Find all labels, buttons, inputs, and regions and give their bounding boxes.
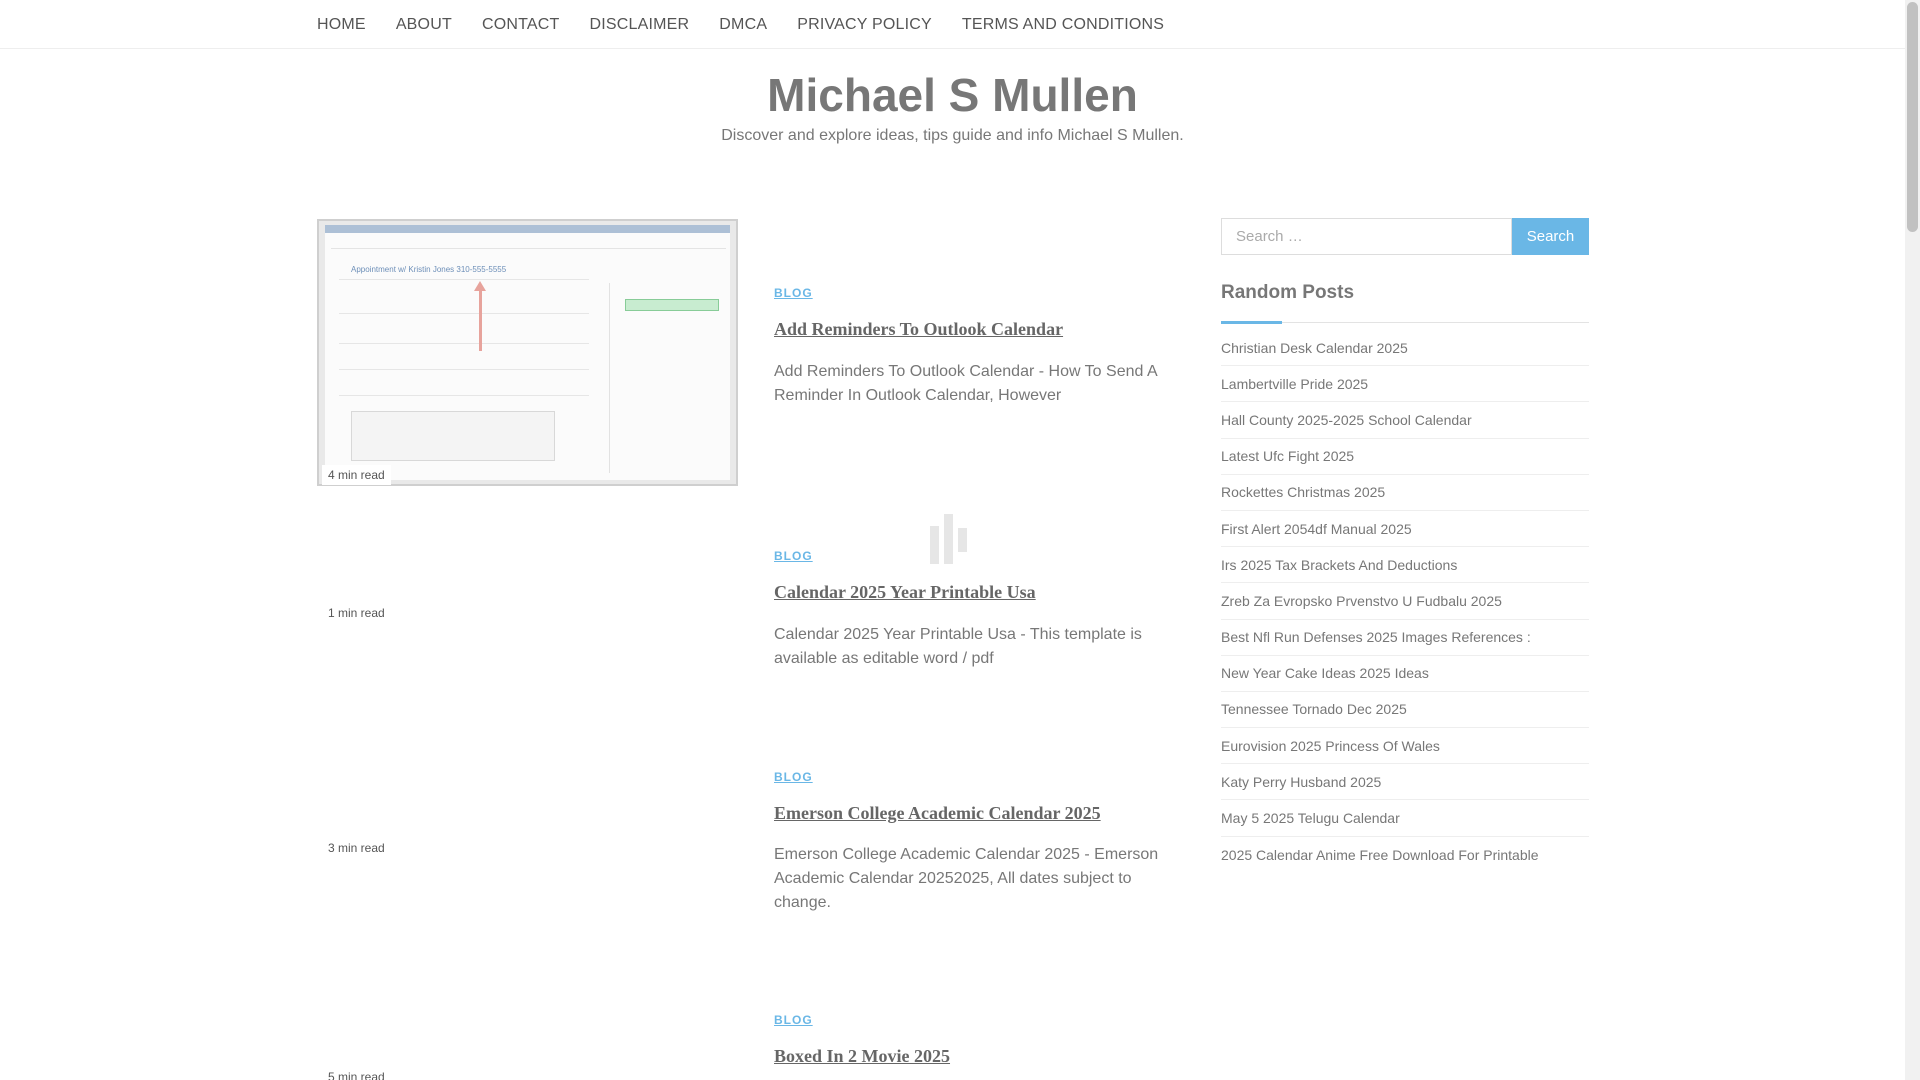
random-post-link[interactable]: Zreb Za Evropsko Prvenstvo U Fudbalu 202…	[1221, 593, 1502, 609]
random-posts-list: Christian Desk Calendar 2025 Lambertvill…	[1221, 330, 1589, 873]
post-card: 5 min read BLOG Boxed In 2 Movie 2025	[317, 945, 1187, 1080]
list-item: Eurovision 2025 Princess Of Wales	[1221, 728, 1589, 765]
image-placeholder-icon	[930, 514, 976, 564]
random-post-link[interactable]: Tennessee Tornado Dec 2025	[1221, 701, 1407, 717]
thumbnail-event-block	[625, 299, 719, 311]
random-post-link[interactable]: First Alert 2054df Manual 2025	[1221, 521, 1412, 537]
thumbnail-image: Appointment w/ Kristin Jones 310-555-555…	[325, 225, 730, 480]
post-card: 1 min read BLOG Calendar 2025 Year Print…	[317, 480, 1187, 680]
search-form: Search	[1221, 218, 1589, 255]
scrollbar-thumb[interactable]	[1907, 2, 1918, 232]
post-excerpt: Add Reminders To Outlook Calendar - How …	[774, 363, 1157, 404]
post-title[interactable]: Add Reminders To Outlook Calendar	[774, 319, 1063, 340]
random-post-link[interactable]: Irs 2025 Tax Brackets And Deductions	[1221, 557, 1457, 573]
nav-contact[interactable]: CONTACT	[482, 16, 560, 33]
random-post-link[interactable]: May 5 2025 Telugu Calendar	[1221, 810, 1400, 826]
nav-about[interactable]: ABOUT	[396, 16, 452, 33]
nav-privacy-policy[interactable]: PRIVACY POLICY	[797, 16, 932, 33]
random-post-link[interactable]: Lambertville Pride 2025	[1221, 376, 1368, 392]
post-title[interactable]: Emerson College Academic Calendar 2025	[774, 803, 1101, 824]
thumbnail-divider	[339, 369, 589, 370]
list-item: Hall County 2025-2025 School Calendar	[1221, 402, 1589, 439]
list-item: Tennessee Tornado Dec 2025	[1221, 692, 1589, 729]
thumbnail-divider	[339, 279, 589, 280]
post-title[interactable]: Boxed In 2 Movie 2025	[774, 1046, 950, 1067]
thumbnail-notes-box	[351, 411, 555, 461]
post-excerpt: Calendar 2025 Year Printable Usa - This …	[774, 626, 1142, 667]
nav-home[interactable]: HOME	[317, 16, 366, 33]
nav-disclaimer[interactable]: DISCLAIMER	[589, 16, 689, 33]
thumbnail-toolbar	[331, 239, 726, 249]
list-item: Rockettes Christmas 2025	[1221, 475, 1589, 511]
thumbnail-divider	[339, 343, 589, 344]
list-item: Irs 2025 Tax Brackets And Deductions	[1221, 547, 1589, 584]
random-post-link[interactable]: Christian Desk Calendar 2025	[1221, 340, 1408, 356]
list-item: 2025 Calendar Anime Free Download For Pr…	[1221, 837, 1589, 873]
read-time-badge: 1 min read	[322, 603, 391, 623]
search-input[interactable]	[1221, 218, 1512, 255]
site-title[interactable]: Michael S Mullen	[0, 68, 1905, 122]
thumbnail-appointment-text: Appointment w/ Kristin Jones 310-555-555…	[351, 265, 507, 274]
random-post-link[interactable]: 2025 Calendar Anime Free Download For Pr…	[1221, 847, 1539, 863]
random-post-link[interactable]: New Year Cake Ideas 2025 Ideas	[1221, 665, 1429, 681]
post-excerpt: Emerson College Academic Calendar 2025 -…	[774, 846, 1159, 911]
random-post-link[interactable]: Best Nfl Run Defenses 2025 Images Refere…	[1221, 629, 1531, 645]
widget-title-accent	[1221, 321, 1282, 324]
nav-menu: HOME ABOUT CONTACT DISCLAIMER DMCA PRIVA…	[317, 0, 1194, 49]
site-description: Discover and explore ideas, tips guide a…	[721, 127, 1184, 144]
thumbnail-arrow	[479, 285, 482, 351]
list-item: First Alert 2054df Manual 2025	[1221, 511, 1589, 548]
random-post-link[interactable]: Hall County 2025-2025 School Calendar	[1221, 412, 1472, 428]
list-item: Best Nfl Run Defenses 2025 Images Refere…	[1221, 620, 1589, 656]
post-thumbnail[interactable]: Appointment w/ Kristin Jones 310-555-555…	[317, 219, 738, 486]
list-item: New Year Cake Ideas 2025 Ideas	[1221, 656, 1589, 692]
list-item: Lambertville Pride 2025	[1221, 366, 1589, 403]
list-item: Christian Desk Calendar 2025	[1221, 330, 1589, 367]
post-category[interactable]: BLOG	[774, 286, 813, 300]
thumbnail-calendar-pane	[609, 283, 719, 473]
top-navigation: HOME ABOUT CONTACT DISCLAIMER DMCA PRIVA…	[0, 0, 1905, 49]
nav-dmca[interactable]: DMCA	[719, 16, 767, 33]
random-post-link[interactable]: Eurovision 2025 Princess Of Wales	[1221, 738, 1440, 754]
nav-terms-and-conditions[interactable]: TERMS AND CONDITIONS	[962, 16, 1164, 33]
thumbnail-divider	[339, 313, 589, 314]
thumbnail-titlebar	[325, 225, 730, 233]
random-post-link[interactable]: Rockettes Christmas 2025	[1221, 484, 1385, 500]
post-category[interactable]: BLOG	[774, 770, 813, 784]
list-item: Katy Perry Husband 2025	[1221, 764, 1589, 801]
random-post-link[interactable]: Latest Ufc Fight 2025	[1221, 448, 1354, 464]
list-item: May 5 2025 Telugu Calendar	[1221, 800, 1589, 837]
read-time-badge: 3 min read	[322, 838, 391, 858]
search-button[interactable]: Search	[1512, 218, 1589, 255]
post-card: 3 min read BLOG Emerson College Academic…	[317, 700, 1187, 940]
post-category[interactable]: BLOG	[774, 549, 813, 563]
post-category[interactable]: BLOG	[774, 1013, 813, 1027]
random-posts-title: Random Posts	[1221, 282, 1355, 303]
list-item: Latest Ufc Fight 2025	[1221, 439, 1589, 475]
list-item: Zreb Za Evropsko Prvenstvo U Fudbalu 202…	[1221, 583, 1589, 620]
post-card: Appointment w/ Kristin Jones 310-555-555…	[317, 219, 1187, 489]
post-title[interactable]: Calendar 2025 Year Printable Usa	[774, 582, 1036, 603]
random-post-link[interactable]: Katy Perry Husband 2025	[1221, 774, 1381, 790]
read-time-badge: 5 min read	[322, 1067, 391, 1080]
thumbnail-divider	[339, 395, 589, 396]
